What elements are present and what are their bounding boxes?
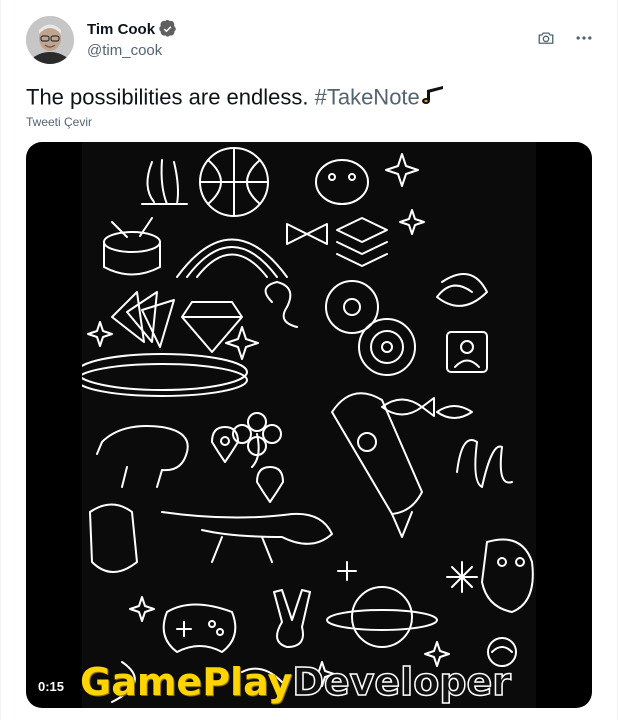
watermark-part-1: GamePlay — [80, 660, 293, 704]
avatar[interactable] — [26, 16, 74, 64]
tweet-video[interactable]: 0:15 GamePlayDeveloper — [26, 142, 592, 708]
tweet-card: Tim Cook @tim_cook The possibilities are… — [0, 0, 618, 720]
musical-note-icon — [421, 83, 447, 114]
tweet-actions — [535, 27, 595, 49]
more-icon[interactable] — [573, 27, 595, 49]
watermark-part-2: Developer — [292, 659, 512, 705]
author-handle[interactable]: @tim_cook — [87, 42, 162, 59]
author-display-name[interactable]: Tim Cook — [87, 21, 155, 38]
camera-icon[interactable] — [535, 27, 557, 49]
translate-link[interactable]: Tweeti Çevir — [26, 115, 92, 129]
tweet-body-text: The possibilities are endless. — [26, 84, 315, 110]
author-name-row: Tim Cook — [87, 20, 177, 38]
hashtag-link[interactable]: #TakeNote — [315, 84, 420, 109]
verified-badge-icon — [159, 20, 177, 38]
video-duration-badge: 0:15 — [38, 679, 65, 694]
avatar-image — [26, 16, 74, 64]
tweet-text: The possibilities are endless. #TakeNote — [26, 83, 447, 114]
watermark-overlay: GamePlayDeveloper — [80, 659, 512, 705]
doodle-artwork — [82, 142, 536, 708]
